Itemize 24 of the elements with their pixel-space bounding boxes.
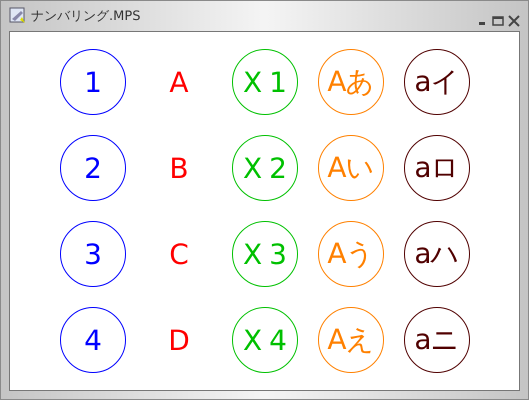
- window-title: ナンバリング.MPS: [31, 8, 142, 25]
- circled-number: 2: [60, 135, 126, 201]
- circled-number: Aい: [318, 135, 384, 201]
- circled-number: X 1: [232, 49, 298, 115]
- circled-number: Aう: [318, 221, 384, 287]
- number-label: D: [167, 322, 190, 358]
- circled-number: X 3: [232, 221, 298, 287]
- circled-number: aニ: [404, 307, 470, 373]
- circled-number: X 2: [232, 135, 298, 201]
- circled-number: 3: [60, 221, 126, 287]
- circled-number: Aあ: [318, 49, 384, 115]
- app-icon: [9, 7, 27, 25]
- circled-number: aロ: [404, 135, 470, 201]
- circled-number: aイ: [404, 49, 470, 115]
- circled-number: 1: [60, 49, 126, 115]
- number-label: B: [168, 150, 189, 186]
- close-icon[interactable]: [508, 15, 520, 27]
- circled-number: X 4: [232, 307, 298, 373]
- circled-number: Aえ: [318, 307, 384, 373]
- number-label: A: [168, 64, 190, 100]
- circled-number: aハ: [404, 221, 470, 287]
- number-label: C: [168, 236, 189, 272]
- circled-number: 4: [60, 307, 126, 373]
- maximize-icon[interactable]: [492, 15, 504, 27]
